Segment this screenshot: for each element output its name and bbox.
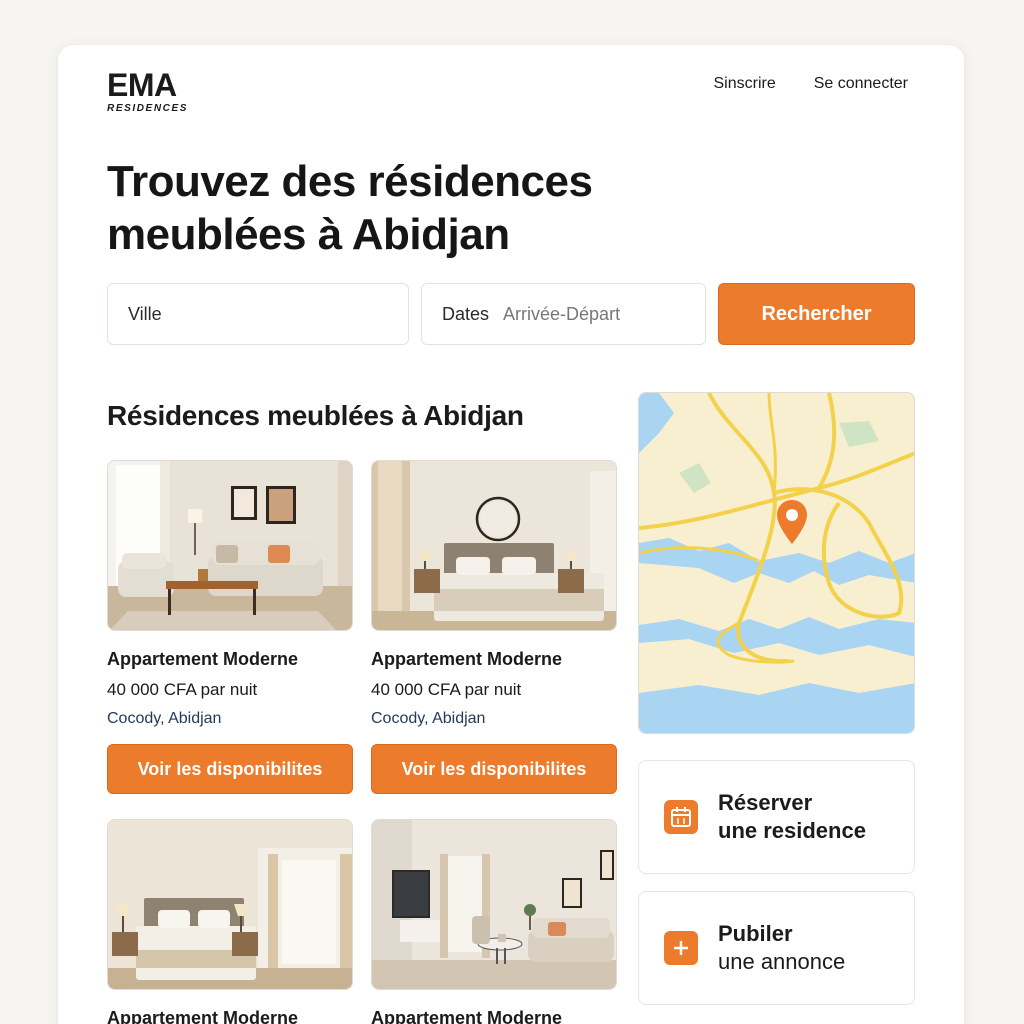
listing-photo-bedroom-2[interactable] [107, 819, 353, 990]
publish-line-2: une annonce [718, 949, 846, 974]
reserve-line-2: une residence [718, 818, 866, 843]
search-bar: Ville Dates Arrivée-Départ Rechercher [107, 283, 915, 345]
dates-placeholder: Arrivée-Départ [503, 303, 621, 324]
search-button[interactable]: Rechercher [718, 283, 915, 345]
view-availability-button[interactable]: Voir les disponibilites [371, 744, 617, 794]
city-map [639, 393, 914, 733]
page-card: EMA RESIDENCES Sinscrire Se connecter Tr… [57, 44, 965, 1024]
map-panel[interactable] [638, 392, 915, 734]
listing-price: 40 000 CFA par nuit [371, 680, 522, 699]
hero-title: Trouvez des résidences meublées à Abidja… [107, 155, 667, 261]
reserve-line-1: Réserver [718, 790, 813, 815]
top-nav: Sinscrire Se connecter [713, 75, 908, 93]
section-title: Résidences meublées à Abidjan [107, 400, 524, 431]
publish-line-1: Pubiler [718, 921, 793, 946]
listing-photo-bedroom[interactable] [371, 460, 617, 631]
listing-card: Appartement Moderne [107, 819, 353, 1024]
dates-label: Dates [442, 303, 490, 324]
plus-icon [664, 931, 698, 965]
bedroom-illustration [372, 461, 616, 630]
listing-price: 40 000 CFA par nuit [107, 680, 258, 699]
listing-title: Appartement Moderne [107, 1008, 299, 1024]
listing-card: Appartement Moderne [371, 819, 617, 1024]
city-input[interactable]: Ville [107, 283, 409, 345]
hero-title-line-1: Trouvez des résidences [107, 157, 593, 206]
listing-title: Appartement Moderne [107, 649, 299, 669]
living-room-illustration [108, 461, 352, 630]
listing-title: Appartement Moderne [371, 1008, 563, 1024]
brand-name: EMA [107, 67, 177, 103]
listing-card: Appartement Moderne 40 000 CFA par nuit … [371, 460, 617, 794]
city-input-placeholder: Ville [128, 303, 162, 324]
map-pin-icon[interactable] [775, 498, 809, 546]
hero-title-line-2: meublées à Abidjan [107, 210, 510, 259]
reserve-residence-button[interactable]: Réserver une residence [638, 760, 915, 874]
signup-link[interactable]: Sinscrire [713, 75, 775, 93]
listing-title: Appartement Moderne [371, 649, 563, 669]
listing-photo-living-room[interactable] [107, 460, 353, 631]
reserve-residence-label: Réserver une residence [718, 789, 866, 845]
listing-location: Cocody, Abidjan [107, 710, 222, 727]
living-room-2-illustration [372, 820, 616, 989]
brand-tagline: RESIDENCES [107, 103, 189, 114]
bedroom-2-illustration [108, 820, 352, 989]
view-availability-button[interactable]: Voir les disponibilites [107, 744, 353, 794]
login-link[interactable]: Se connecter [814, 75, 908, 93]
listing-location: Cocody, Abidjan [371, 710, 486, 727]
listing-card: Appartement Moderne 40 000 CFA par nuit … [107, 460, 353, 794]
calendar-icon [664, 800, 698, 834]
brand-logo[interactable]: EMA RESIDENCES [107, 69, 188, 114]
publish-listing-label: Pubiler une annonce [718, 920, 845, 976]
publish-listing-button[interactable]: Pubiler une annonce [638, 891, 915, 1005]
listing-photo-living-room-2[interactable] [371, 819, 617, 990]
dates-input[interactable]: Dates Arrivée-Départ [421, 283, 706, 345]
